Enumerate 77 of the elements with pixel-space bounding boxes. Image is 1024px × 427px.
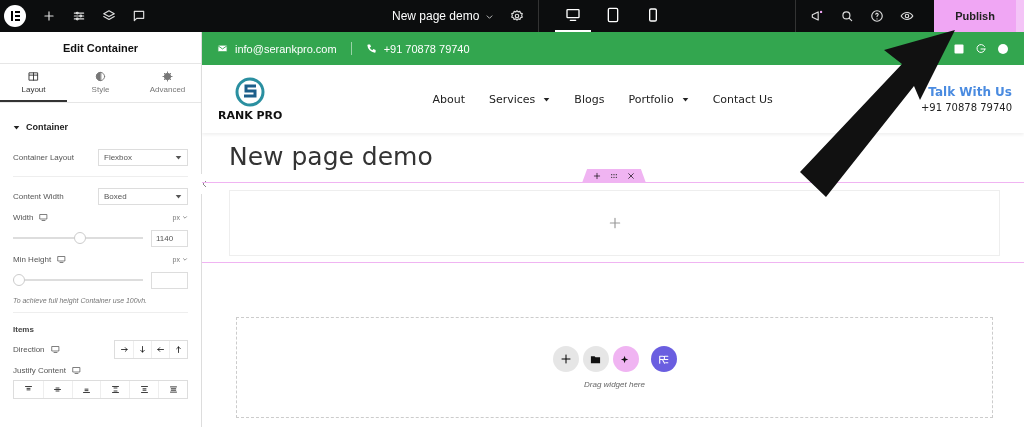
contrast-icon[interactable] bbox=[95, 70, 106, 82]
field-label: Direction bbox=[13, 344, 60, 354]
field-label: Justify Content bbox=[13, 365, 81, 375]
align-icon bbox=[53, 385, 63, 394]
contact-phone: +91 70878 79740 bbox=[920, 102, 1012, 113]
template-button[interactable] bbox=[582, 346, 609, 372]
help-icon[interactable] bbox=[870, 9, 884, 23]
width-input[interactable]: 1140 bbox=[151, 229, 188, 247]
min-height-input[interactable] bbox=[151, 271, 188, 289]
elementor-logo-icon[interactable] bbox=[4, 5, 26, 27]
caret-icon bbox=[175, 153, 182, 161]
google-icon[interactable] bbox=[975, 42, 987, 55]
field-label: Width bbox=[13, 212, 49, 222]
logo-icon bbox=[234, 76, 267, 107]
page-heading: New page demo bbox=[229, 141, 433, 173]
sparkle-icon bbox=[620, 353, 631, 365]
arrow-right-icon bbox=[119, 344, 129, 354]
align-icon bbox=[168, 385, 178, 394]
add-button[interactable] bbox=[552, 346, 579, 372]
ai-button[interactable] bbox=[612, 346, 639, 372]
align-icon bbox=[23, 385, 33, 394]
field-label: Min Height bbox=[13, 254, 67, 264]
layers-icon[interactable] bbox=[102, 9, 116, 23]
desktop-icon bbox=[50, 344, 60, 354]
contact-heading: Talk With Us bbox=[928, 85, 1012, 99]
nav-link[interactable]: Portfolio bbox=[628, 92, 689, 106]
publish-button[interactable]: Publish bbox=[934, 0, 1016, 32]
facebook-icon[interactable] bbox=[997, 42, 1009, 55]
section-heading: Items bbox=[13, 324, 35, 336]
arrow-up-icon bbox=[174, 344, 183, 354]
align-icon bbox=[82, 385, 92, 394]
desktop-icon bbox=[71, 365, 81, 375]
plus-icon[interactable] bbox=[593, 172, 601, 180]
nav-link[interactable]: Contact Us bbox=[712, 92, 773, 106]
page-title-dropdown[interactable]: New page demo bbox=[384, 9, 503, 23]
megaphone-icon[interactable] bbox=[810, 9, 824, 23]
chevron-left-icon bbox=[201, 180, 207, 188]
caret-icon bbox=[175, 192, 182, 200]
align-icon bbox=[110, 385, 120, 394]
drag-handle-icon[interactable] bbox=[610, 172, 618, 180]
eye-icon[interactable] bbox=[900, 9, 914, 23]
field-label: Container Layout bbox=[13, 152, 74, 162]
arrow-left-icon bbox=[156, 344, 165, 354]
caret-icon bbox=[543, 95, 551, 103]
panel-tab[interactable]: Style bbox=[67, 64, 134, 102]
plus-icon[interactable] bbox=[42, 9, 56, 23]
width-select[interactable]: Boxed bbox=[98, 187, 188, 205]
field-label: Content Width bbox=[13, 191, 64, 201]
search-icon[interactable] bbox=[840, 9, 854, 23]
desktop-icon[interactable] bbox=[565, 7, 582, 23]
nav-link[interactable]: Blogs bbox=[574, 92, 605, 106]
panel-tab[interactable]: Advanced bbox=[134, 64, 201, 102]
settings-icon[interactable] bbox=[510, 9, 525, 23]
sliders-icon[interactable] bbox=[72, 9, 86, 23]
drop-hint: Drag widget here bbox=[584, 380, 645, 389]
folder-icon bbox=[590, 353, 601, 365]
caret-icon bbox=[681, 95, 689, 103]
panel-title: Edit Container bbox=[0, 32, 201, 64]
plus-icon bbox=[559, 353, 572, 365]
layout-select[interactable]: Flexbox bbox=[98, 148, 188, 166]
addon-button[interactable] bbox=[650, 346, 677, 372]
close-icon[interactable] bbox=[627, 172, 635, 180]
logo-text: RANK PRO bbox=[218, 108, 283, 122]
comment-icon[interactable] bbox=[132, 9, 146, 23]
phone-icon bbox=[365, 43, 377, 54]
linkedin-icon[interactable] bbox=[953, 42, 965, 55]
columns-icon[interactable] bbox=[28, 70, 39, 82]
arrow-down-icon bbox=[138, 344, 147, 354]
nav-link[interactable]: Services bbox=[488, 92, 551, 106]
nav-link[interactable]: About bbox=[432, 92, 465, 106]
panel-tab[interactable]: Layout bbox=[0, 64, 67, 102]
align-icon bbox=[139, 385, 149, 394]
desktop-icon bbox=[57, 254, 67, 264]
desktop-icon bbox=[39, 212, 49, 222]
mail-icon bbox=[217, 43, 228, 54]
section-header[interactable]: Container bbox=[13, 103, 188, 146]
gear-icon[interactable] bbox=[162, 70, 173, 82]
